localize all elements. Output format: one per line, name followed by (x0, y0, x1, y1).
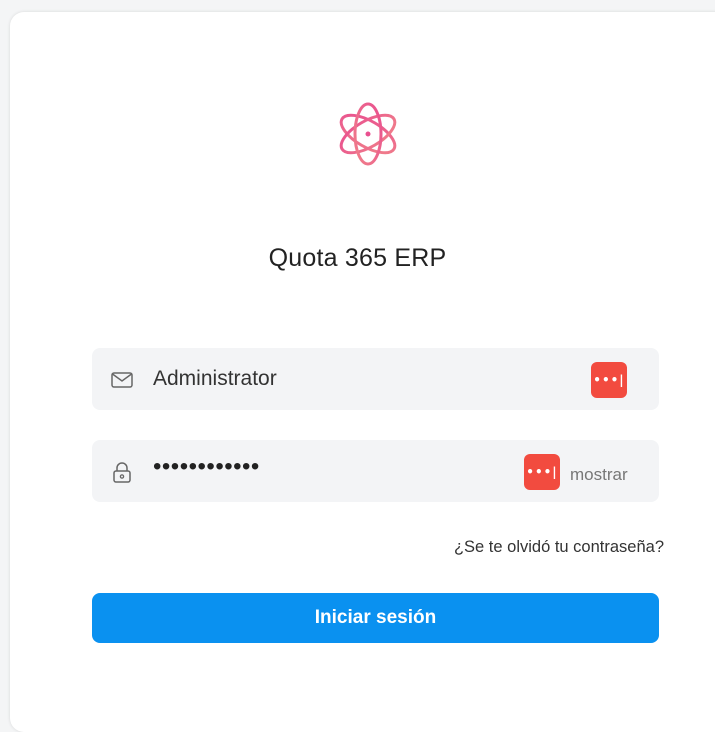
envelope-icon (111, 372, 133, 388)
password-manager-icon[interactable]: •••| (591, 362, 627, 398)
password-manager-icon[interactable]: •••| (524, 454, 560, 490)
forgot-password-link[interactable]: ¿Se te olvidó tu contraseña? (454, 538, 664, 557)
email-field[interactable]: Administrator •••| (92, 348, 659, 410)
password-field[interactable]: •••••••••••• •••| mostrar (92, 440, 659, 502)
app-logo-icon (339, 102, 397, 166)
login-card: Quota 365 ERP Administrator •••| •••••••… (10, 12, 715, 732)
login-button[interactable]: Iniciar sesión (92, 593, 659, 643)
show-password-toggle[interactable]: mostrar (570, 465, 628, 485)
lock-icon (113, 462, 131, 483)
app-title: Quota 365 ERP (268, 244, 447, 272)
password-value[interactable]: •••••••••••• (153, 453, 260, 481)
email-value[interactable]: Administrator (153, 367, 277, 391)
